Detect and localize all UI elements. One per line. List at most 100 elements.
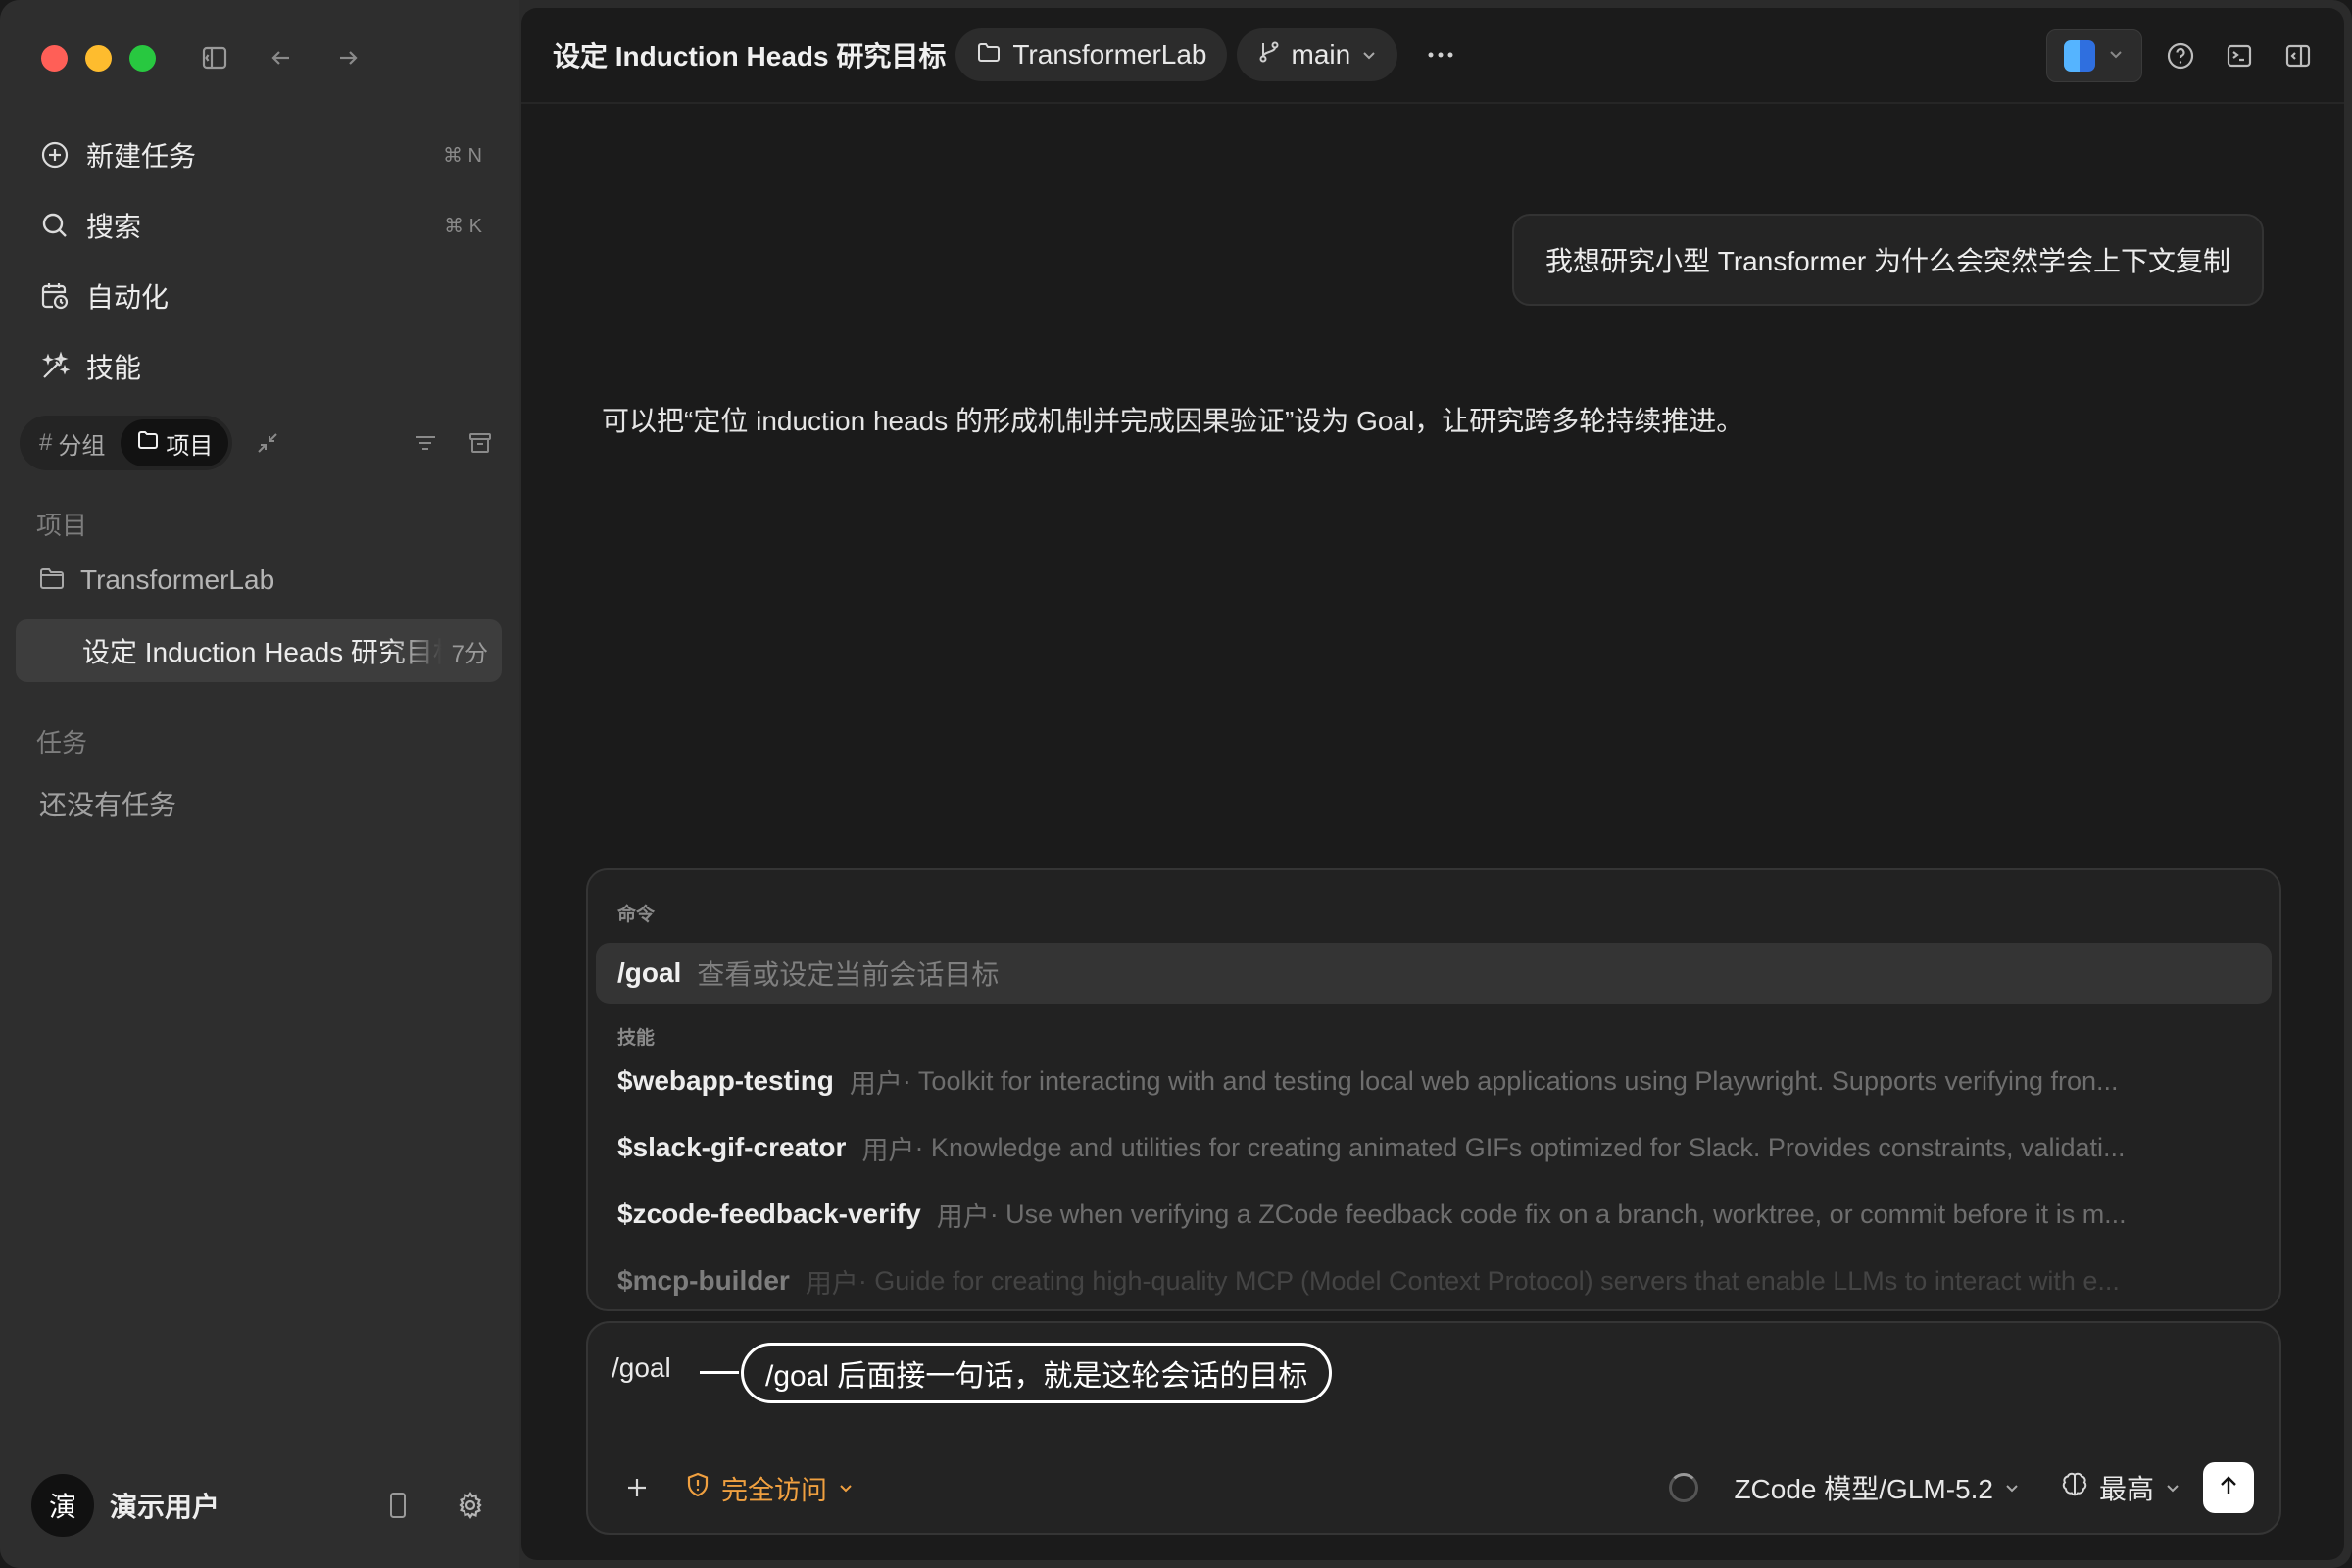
reasoning-effort-selector[interactable]: 最高 xyxy=(2060,1468,2181,1507)
project-pill[interactable]: TransformerLab xyxy=(956,28,1227,81)
nav-new-task[interactable]: 新建任务 ⌘ N xyxy=(20,120,500,190)
composer-toolbar: 完全访问 ZCode 模型/GLM-5.2 最高 xyxy=(588,1460,2279,1515)
command-item-goal[interactable]: /goal 查看或设定当前会话目标 xyxy=(596,943,2272,1004)
plus-circle-icon xyxy=(37,137,73,172)
shortcut-hint: ⌘ N xyxy=(443,144,482,167)
avatar[interactable]: 演 xyxy=(31,1474,94,1537)
tasks-heading: 任务 xyxy=(36,728,88,758)
task-title: 设定 Induction Heads 研究目标 xyxy=(82,637,442,667)
nav-automation[interactable]: 自动化 xyxy=(20,261,500,331)
skill-desc: · Knowledge and utilities for creating a… xyxy=(914,1132,2126,1162)
nav-label: 自动化 xyxy=(86,282,170,313)
task-time: 7分 xyxy=(451,640,488,667)
terminal-icon[interactable] xyxy=(2219,35,2260,76)
callout-connector xyxy=(700,1371,739,1374)
search-icon xyxy=(37,208,73,243)
archive-icon[interactable] xyxy=(461,423,500,463)
user-message: 我想研究小型 Transformer 为什么会突然学会上下文复制 xyxy=(1512,214,2264,306)
access-mode-selector[interactable]: 完全访问 xyxy=(684,1469,855,1507)
help-icon[interactable] xyxy=(2160,35,2201,76)
sidebar: 新建任务 ⌘ N 搜索 ⌘ K 自动化 技能 # 分组 项目 项目 Transf… xyxy=(0,0,519,1568)
magic-wand-icon xyxy=(37,349,73,384)
skill-desc: · Guide for creating high-quality MCP (M… xyxy=(858,1265,2120,1296)
user-profile: 演 演示用户 xyxy=(31,1474,492,1537)
command-name: /goal xyxy=(617,957,682,988)
segment-projects[interactable]: 项目 xyxy=(121,419,229,466)
view-toolbar: # 分组 项目 xyxy=(20,416,500,470)
minimize-window-button[interactable] xyxy=(85,45,112,72)
finder-icon xyxy=(2064,40,2095,72)
filter-icon[interactable] xyxy=(406,423,445,463)
skill-source: 用户 xyxy=(936,1201,990,1232)
shield-icon xyxy=(684,1471,711,1505)
user-name[interactable]: 演示用户 xyxy=(110,1486,347,1525)
phone-icon[interactable] xyxy=(376,1484,419,1527)
chevron-down-icon xyxy=(2164,1472,2181,1503)
command-desc: 查看或设定当前会话目标 xyxy=(697,959,1000,990)
back-arrow-icon[interactable] xyxy=(263,39,300,76)
git-branch-icon xyxy=(1256,39,1282,72)
open-in-app-button[interactable] xyxy=(2046,29,2142,82)
skill-name: $zcode-feedback-verify xyxy=(617,1199,921,1229)
close-window-button[interactable] xyxy=(41,45,68,72)
chevron-down-icon xyxy=(2107,45,2125,68)
forward-arrow-icon[interactable] xyxy=(329,39,367,76)
branch-label: main xyxy=(1291,39,1351,70)
task-item-active[interactable]: 设定 Induction Heads 研究目标 7分 xyxy=(16,619,502,682)
add-attachment-icon[interactable] xyxy=(613,1464,661,1511)
send-button[interactable] xyxy=(2203,1462,2254,1513)
skill-name: $mcp-builder xyxy=(617,1265,790,1296)
skill-source: 用户 xyxy=(849,1068,903,1099)
zoom-window-button[interactable] xyxy=(129,45,156,72)
project-name: TransformerLab xyxy=(80,564,275,595)
main-panel: 设定 Induction Heads 研究目标 TransformerLab m… xyxy=(521,8,2344,1560)
hash-icon: # xyxy=(39,429,53,456)
toggle-panel-icon[interactable] xyxy=(2278,35,2319,76)
tasks-empty-state: 还没有任务 xyxy=(39,790,177,820)
skill-item[interactable]: $webapp-testing 用户 · Toolkit for interac… xyxy=(617,1056,2254,1105)
chevron-down-icon xyxy=(837,1473,855,1503)
skill-item[interactable]: $zcode-feedback-verify 用户 · Use when ver… xyxy=(617,1190,2254,1239)
header: 设定 Induction Heads 研究目标 TransformerLab m… xyxy=(521,8,2344,104)
folder-icon xyxy=(136,428,160,459)
folder-icon xyxy=(975,38,1003,73)
annotation-callout: /goal 后面接一句话，就是这轮会话的目标 xyxy=(741,1343,1333,1403)
folder-icon xyxy=(37,564,67,598)
segment-groups[interactable]: # 分组 xyxy=(24,419,121,466)
loading-spinner-icon xyxy=(1669,1473,1699,1502)
nav-label: 搜索 xyxy=(86,212,142,242)
commands-group-label: 命令 xyxy=(617,905,656,925)
project-pill-label: TransformerLab xyxy=(1012,39,1207,70)
skill-item[interactable]: $slack-gif-creator 用户 · Knowledge and ut… xyxy=(617,1123,2254,1172)
toggle-sidebar-icon[interactable] xyxy=(196,39,233,76)
skill-name: $webapp-testing xyxy=(617,1065,834,1096)
sidebar-toolbar xyxy=(196,39,367,76)
nav-skills[interactable]: 技能 xyxy=(20,331,500,402)
nav-search[interactable]: 搜索 ⌘ K xyxy=(20,190,500,261)
calendar-clock-icon xyxy=(37,278,73,314)
message-input[interactable]: /goal xyxy=(612,1352,671,1384)
model-label: ZCode 模型/GLM-5.2 xyxy=(1734,1474,1993,1504)
more-icon[interactable] xyxy=(1421,35,1460,74)
branch-selector[interactable]: main xyxy=(1236,28,1398,81)
command-popup: 命令 /goal 查看或设定当前会话目标 技能 $webapp-testing … xyxy=(586,868,2281,1311)
app-window: 新建任务 ⌘ N 搜索 ⌘ K 自动化 技能 # 分组 项目 项目 Transf… xyxy=(0,0,2352,1568)
view-segment: # 分组 项目 xyxy=(20,416,233,470)
segment-projects-label: 项目 xyxy=(166,432,214,460)
header-actions xyxy=(2046,29,2319,82)
project-item[interactable]: TransformerLab xyxy=(20,551,500,610)
access-mode-label: 完全访问 xyxy=(721,1475,827,1505)
skill-desc: · Toolkit for interacting with and testi… xyxy=(902,1065,2119,1096)
chevron-down-icon xyxy=(1360,39,1378,71)
chevron-down-icon xyxy=(2003,1472,2021,1503)
gear-icon[interactable] xyxy=(449,1484,492,1527)
projects-heading: 项目 xyxy=(36,511,88,540)
page-title: 设定 Induction Heads 研究目标 xyxy=(553,41,947,72)
arrow-up-icon xyxy=(2216,1473,2241,1503)
collapse-icon[interactable] xyxy=(248,423,287,463)
sidebar-nav: 新建任务 ⌘ N 搜索 ⌘ K 自动化 技能 xyxy=(20,120,500,402)
skill-item[interactable]: $mcp-builder 用户 · Guide for creating hig… xyxy=(617,1256,2254,1305)
nav-label: 新建任务 xyxy=(86,141,197,172)
composer[interactable]: /goal /goal 后面接一句话，就是这轮会话的目标 完全访问 ZCode … xyxy=(586,1321,2281,1535)
model-selector[interactable]: ZCode 模型/GLM-5.2 xyxy=(1734,1468,2021,1507)
